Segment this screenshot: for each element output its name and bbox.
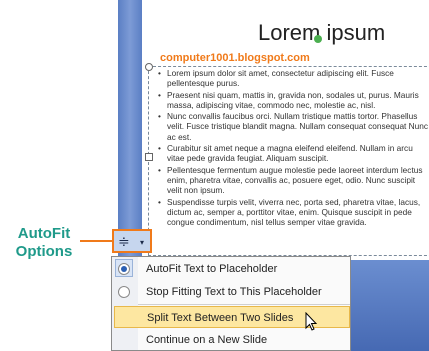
- bullet-list: Lorem ipsum dolor sit amet, consectetur …: [158, 68, 429, 228]
- bullet-item: Praesent nisi quam, mattis in, gravida n…: [158, 90, 429, 111]
- autofit-options-button[interactable]: ≑ ▾: [112, 229, 152, 253]
- resize-handle-left[interactable]: [145, 153, 153, 161]
- left-panel: [0, 0, 118, 351]
- radio-unchecked-icon: [118, 286, 130, 298]
- bullet-item: Pellentesque fermentum augue molestie pe…: [158, 165, 429, 196]
- resize-handle-top-left[interactable]: [145, 63, 153, 71]
- autofit-icon: ≑: [118, 233, 130, 249]
- scrollbar-strip: [118, 0, 142, 260]
- autofit-callout: AutoFit Options: [8, 225, 80, 261]
- slide-background-corner: [350, 260, 429, 351]
- bullet-item: Lorem ipsum dolor sit amet, consectetur …: [158, 68, 429, 89]
- menu-separator: [138, 304, 350, 305]
- bullet-item: Nunc convallis faucibus orci. Nullam tri…: [158, 111, 429, 142]
- bullet-item: Suspendisse turpis velit, viverra nec, p…: [158, 197, 429, 228]
- menu-item-autofit-text[interactable]: AutoFit Text to Placeholder: [112, 258, 350, 280]
- callout-connector: [80, 240, 112, 242]
- callout-line-2: Options: [15, 243, 73, 260]
- bullet-item: Curabitur sit amet neque a magna eleifen…: [158, 143, 429, 164]
- callout-line-1: AutoFit: [17, 225, 71, 242]
- rotation-handle[interactable]: [314, 35, 322, 43]
- menu-item-stop-fitting[interactable]: Stop Fitting Text to This Placeholder: [112, 281, 350, 303]
- radio-checked-icon: [118, 263, 130, 275]
- mouse-cursor-icon: [305, 311, 319, 337]
- chevron-down-icon: ▾: [140, 238, 145, 247]
- menu-item-label: Continue on a New Slide: [146, 334, 268, 346]
- menu-item-label: Stop Fitting Text to This Placeholder: [146, 286, 322, 298]
- menu-item-label: AutoFit Text to Placeholder: [146, 263, 278, 275]
- menu-item-label: Split Text Between Two Slides: [147, 312, 294, 324]
- slide-title[interactable]: Lorem ipsum: [258, 20, 385, 46]
- watermark-text: computer1001.blogspot.com: [160, 52, 310, 64]
